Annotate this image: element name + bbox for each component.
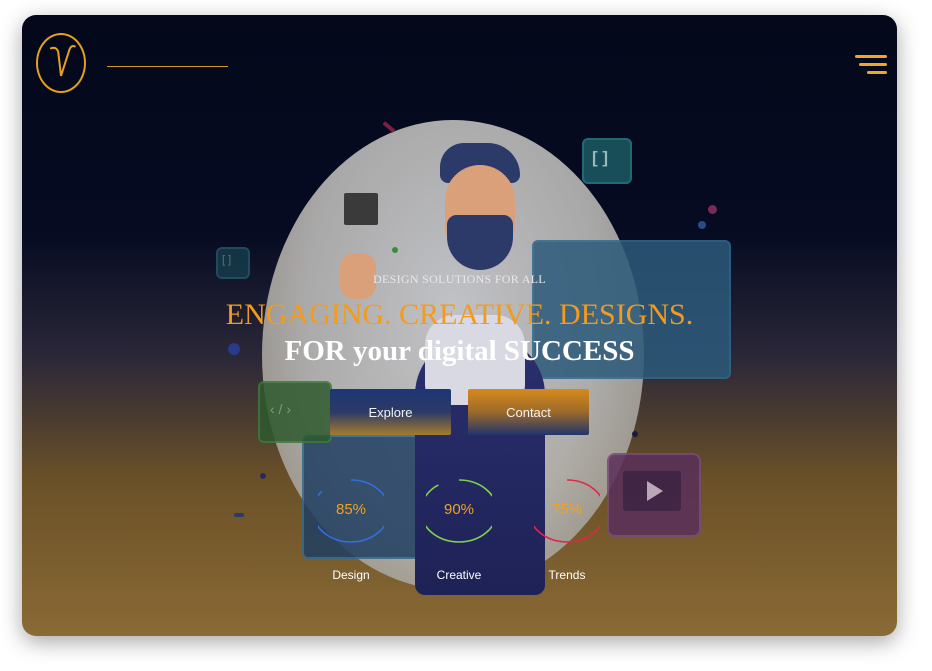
decor-dot bbox=[632, 431, 638, 437]
contact-button[interactable]: Contact bbox=[468, 389, 589, 435]
hero-eyebrow: DESIGN SOLUTIONS FOR ALL bbox=[373, 272, 546, 286]
hero-subline: FOR your digital SUCCESS bbox=[284, 335, 635, 367]
decor-dash bbox=[382, 120, 396, 134]
menu-bar bbox=[859, 63, 887, 66]
menu-bar bbox=[867, 71, 887, 74]
decor-dot bbox=[260, 473, 266, 479]
decor-dot bbox=[698, 221, 706, 229]
decor-dot bbox=[708, 205, 717, 214]
stat-creative: 90% bbox=[426, 471, 492, 551]
decor-dot bbox=[392, 247, 398, 253]
stat-value: 75% bbox=[551, 501, 583, 518]
header-divider bbox=[107, 66, 228, 67]
page-frame: ‹ / › [ ] [ ] DESIGN SOLUTIONS FOR ALL E… bbox=[22, 15, 897, 636]
stat-design: 85% bbox=[318, 471, 384, 551]
bracket-glyph-top: [ ] bbox=[592, 148, 609, 167]
explore-button[interactable]: Explore bbox=[330, 389, 451, 435]
stat-value: 85% bbox=[335, 501, 367, 518]
stat-trends: 75% bbox=[534, 471, 600, 551]
code-tag-panel: ‹ / › bbox=[258, 381, 332, 443]
bracket-panel-top: [ ] bbox=[582, 138, 632, 184]
bracket-glyph-left: [ ] bbox=[222, 254, 232, 266]
hamburger-menu-icon[interactable] bbox=[851, 55, 887, 77]
stat-label-trends: Trends bbox=[548, 568, 586, 582]
decor-dash bbox=[234, 513, 244, 517]
v-logo-icon bbox=[49, 44, 76, 77]
logo[interactable] bbox=[36, 33, 86, 93]
hero-headline: ENGAGING. CREATIVE. DESIGNS. bbox=[225, 298, 694, 331]
play-icon bbox=[623, 471, 681, 511]
stat-value: 90% bbox=[443, 501, 475, 518]
floating-card bbox=[344, 193, 378, 225]
video-panel bbox=[607, 453, 701, 537]
menu-bar bbox=[855, 55, 887, 58]
code-tag-glyph: ‹ / › bbox=[270, 401, 291, 417]
stat-label-design: Design bbox=[332, 568, 370, 582]
stat-label-creative: Creative bbox=[436, 568, 482, 582]
